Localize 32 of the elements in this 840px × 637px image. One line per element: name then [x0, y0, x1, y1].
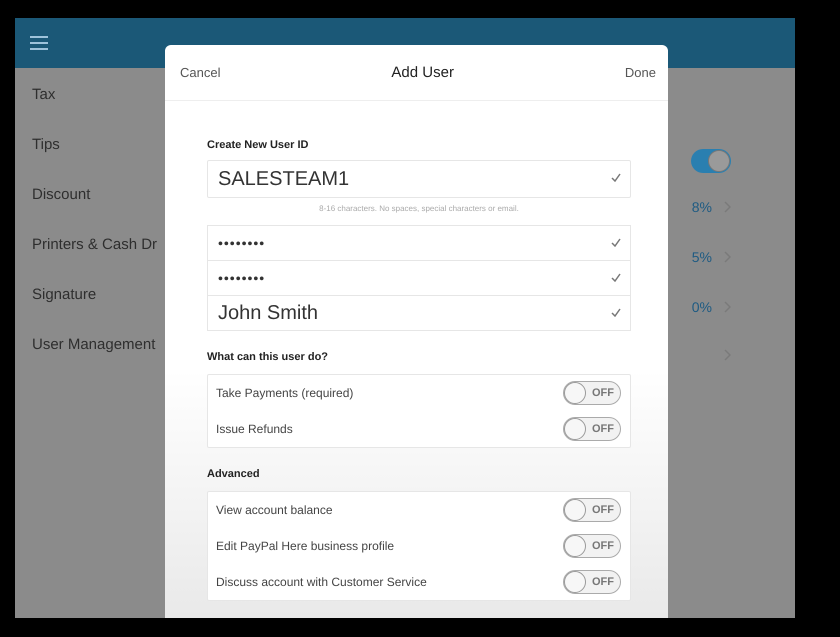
toggle-switch[interactable]: OFF: [563, 570, 621, 594]
section-label: What can this user do?: [207, 351, 330, 363]
toggle-switch[interactable]: [691, 149, 731, 173]
settings-item[interactable]: Discount: [32, 186, 90, 203]
password-field[interactable]: ••••••••: [207, 260, 631, 296]
permission-label: Edit PayPal Here business profile: [216, 539, 394, 553]
input-field[interactable]: John Smith: [207, 295, 631, 331]
settings-item[interactable]: Printers & Cash Dr: [32, 236, 158, 253]
section-label: Create New User ID: [207, 139, 310, 151]
settings-item[interactable]: Signature: [32, 286, 96, 303]
password-field[interactable]: ••••••••: [207, 225, 631, 261]
settings-item[interactable]: Tax: [32, 86, 56, 103]
settings-item[interactable]: User Management: [32, 336, 156, 353]
section-label: Advanced: [207, 468, 261, 480]
percent-value: 8%: [692, 199, 712, 215]
toggle-switch[interactable]: OFF: [563, 534, 621, 558]
hint-text: 8-16 characters. No spaces, special characters or email.: [318, 204, 520, 213]
cancel-button[interactable]: Cancel: [180, 61, 220, 84]
input-field[interactable]: SALESTEAM1: [207, 160, 631, 198]
permission-label: Discuss account with Customer Service: [216, 575, 427, 589]
permission-label: View account balance: [216, 503, 333, 517]
menu-icon[interactable]: [30, 36, 48, 50]
dialog-title: Add User: [391, 64, 454, 81]
permission-label: Issue Refunds: [216, 422, 293, 436]
done-button[interactable]: Done: [624, 61, 656, 84]
toggle-switch[interactable]: OFF: [563, 498, 621, 522]
settings-item[interactable]: Tips: [32, 136, 60, 153]
permission-label: Take Payments (required): [216, 386, 354, 400]
toggle-switch[interactable]: OFF: [563, 417, 621, 441]
percent-value: 0%: [692, 299, 712, 315]
percent-value: 5%: [692, 249, 712, 265]
toggle-switch[interactable]: OFF: [563, 381, 621, 405]
